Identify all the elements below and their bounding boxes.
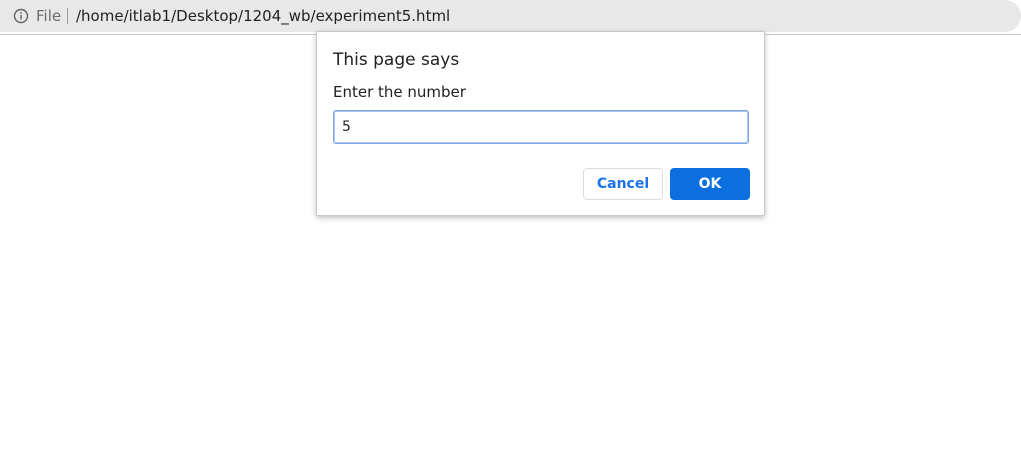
- info-circle-icon[interactable]: [13, 8, 29, 24]
- dialog-title: This page says: [333, 50, 460, 70]
- address-separator: [67, 8, 68, 24]
- address-bar[interactable]: File /home/itlab1/Desktop/1204_wb/experi…: [0, 0, 1021, 32]
- url-text[interactable]: /home/itlab1/Desktop/1204_wb/experiment5…: [76, 6, 450, 26]
- prompt-dialog: This page says Enter the number Cancel O…: [316, 31, 765, 216]
- ok-button[interactable]: OK: [670, 168, 750, 200]
- prompt-input[interactable]: [333, 110, 749, 144]
- cancel-button[interactable]: Cancel: [583, 168, 663, 200]
- scheme-label: File: [36, 7, 62, 25]
- dialog-message: Enter the number: [333, 83, 466, 101]
